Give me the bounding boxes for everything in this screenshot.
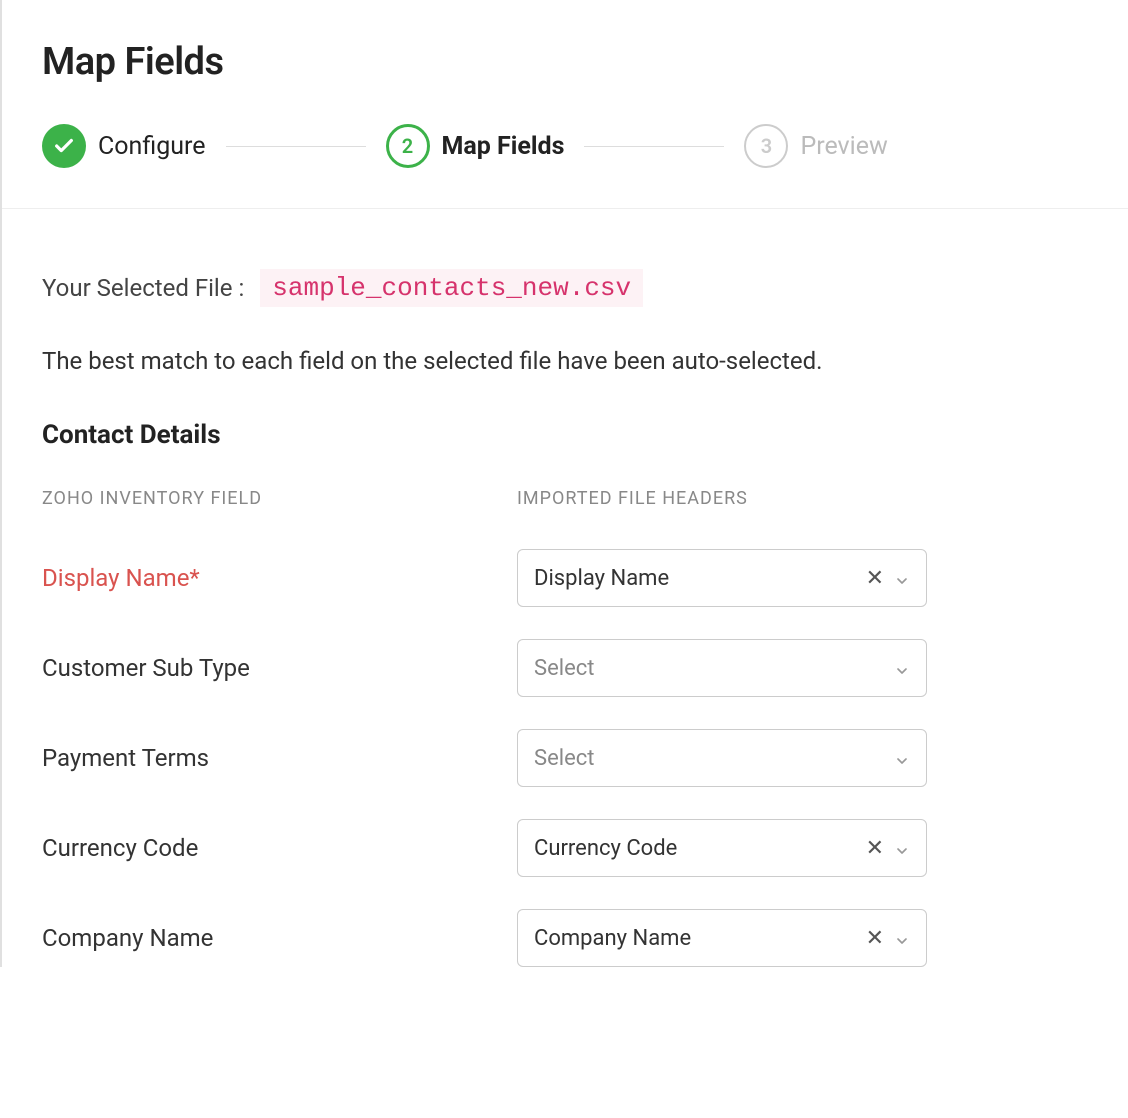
selected-file-row: Your Selected File : sample_contacts_new… — [42, 269, 1088, 307]
step-map-fields[interactable]: 2 Map Fields — [386, 124, 565, 168]
field-row-company-name: Company Name Company Name ✕ — [42, 909, 1088, 967]
step-preview-label: Preview — [800, 132, 887, 161]
step-connector — [226, 146, 366, 147]
select-customer-sub-type[interactable]: Select — [517, 639, 927, 697]
field-label: Customer Sub Type — [42, 654, 517, 682]
field-row-payment-terms: Payment Terms Select — [42, 729, 1088, 787]
page-title: Map Fields — [42, 40, 1088, 84]
clear-icon[interactable]: ✕ — [866, 836, 884, 861]
clear-icon[interactable]: ✕ — [866, 566, 884, 591]
field-label: Currency Code — [42, 834, 517, 862]
step-map-fields-label: Map Fields — [442, 132, 565, 161]
field-label: Payment Terms — [42, 744, 517, 772]
column-header-right: IMPORTED FILE HEADERS — [517, 488, 748, 509]
select-payment-terms[interactable]: Select — [517, 729, 927, 787]
selected-file-name: sample_contacts_new.csv — [260, 269, 643, 307]
stepper: Configure 2 Map Fields 3 Preview — [42, 124, 1088, 168]
field-row-display-name: Display Name* Display Name ✕ — [42, 549, 1088, 607]
select-company-name[interactable]: Company Name ✕ — [517, 909, 927, 967]
select-placeholder: Select — [534, 746, 894, 771]
selected-file-label: Your Selected File : — [42, 274, 244, 302]
column-header-left: ZOHO INVENTORY FIELD — [42, 488, 262, 509]
step-completed-circle — [42, 124, 86, 168]
description-text: The best match to each field on the sele… — [42, 347, 1088, 375]
divider — [2, 208, 1128, 209]
select-value: Currency Code — [534, 836, 866, 861]
select-display-name[interactable]: Display Name ✕ — [517, 549, 927, 607]
chevron-down-icon — [894, 750, 910, 766]
step-number: 2 — [402, 134, 413, 158]
chevron-down-icon — [894, 570, 910, 586]
field-label: Company Name — [42, 924, 517, 952]
field-row-currency-code: Currency Code Currency Code ✕ — [42, 819, 1088, 877]
step-number: 3 — [761, 134, 772, 158]
step-configure-label: Configure — [98, 132, 206, 161]
select-currency-code[interactable]: Currency Code ✕ — [517, 819, 927, 877]
step-connector — [584, 146, 724, 147]
select-value: Company Name — [534, 926, 866, 951]
step-preview: 3 Preview — [744, 124, 887, 168]
checkmark-icon — [53, 135, 75, 157]
field-row-customer-sub-type: Customer Sub Type Select — [42, 639, 1088, 697]
clear-icon[interactable]: ✕ — [866, 926, 884, 951]
step-inactive-circle: 3 — [744, 124, 788, 168]
section-title: Contact Details — [42, 420, 1088, 450]
select-placeholder: Select — [534, 656, 894, 681]
columns-header: ZOHO INVENTORY FIELD IMPORTED FILE HEADE… — [42, 488, 1088, 509]
chevron-down-icon — [894, 660, 910, 676]
step-configure[interactable]: Configure — [42, 124, 206, 168]
field-label: Display Name* — [42, 564, 517, 592]
chevron-down-icon — [894, 930, 910, 946]
select-value: Display Name — [534, 566, 866, 591]
chevron-down-icon — [894, 840, 910, 856]
step-active-circle: 2 — [386, 124, 430, 168]
